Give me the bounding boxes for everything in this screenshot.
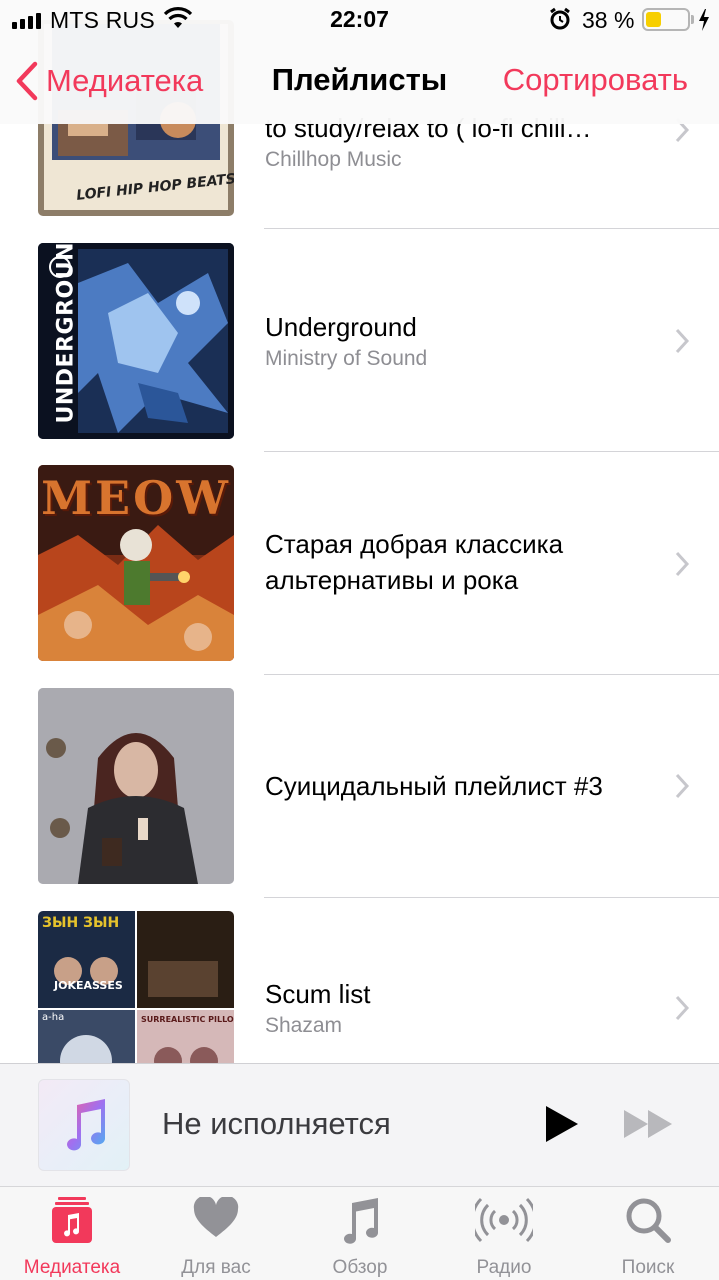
- artwork-caption: SURREALISTIC PILLOW: [141, 1015, 234, 1024]
- tab-label: Обзор: [332, 1257, 388, 1278]
- back-button-label: Медиатека: [46, 63, 204, 98]
- radio-icon: [475, 1197, 533, 1243]
- library-icon: [52, 1197, 92, 1243]
- playlist-text: Underground Ministry of Sound: [265, 309, 665, 373]
- music-note-icon: [344, 1198, 378, 1244]
- battery-icon: [642, 8, 690, 31]
- chevron-right-icon: [675, 328, 690, 354]
- playlist-text: Суицидальный плейлист #3: [265, 768, 665, 804]
- tab-browse[interactable]: Обзор: [288, 1187, 432, 1280]
- now-playing-title: Не исполняется: [162, 1106, 391, 1141]
- playlist-title: Underground: [265, 312, 417, 342]
- playlist-artwork-girl: [38, 688, 234, 884]
- chevron-right-icon: [675, 773, 690, 799]
- tab-library[interactable]: Медиатека: [0, 1187, 144, 1280]
- heart-icon: [193, 1197, 239, 1237]
- now-playing-artwork: [38, 1079, 130, 1171]
- playlist-list[interactable]: LOFI HIP HOP BEATS to study/relax to ( l…: [0, 0, 719, 1064]
- battery-level-fill: [646, 12, 661, 27]
- playlist-row-classic-rock[interactable]: MEOW Старая добрая классика альтернативы…: [0, 452, 719, 675]
- search-icon: [626, 1198, 671, 1243]
- playlist-text: Старая добрая классика альтернативы и ро…: [265, 526, 665, 598]
- playlist-title: Старая добрая классика альтернативы и ро…: [265, 529, 564, 595]
- playlist-artwork-meow: MEOW: [38, 465, 234, 661]
- playlist-row-scum-list[interactable]: ЗЫН ЗЫН JOKEASSES a-ha SURREALISTIC PILL…: [0, 898, 719, 1064]
- playlist-title: Scum list: [265, 979, 371, 1009]
- playlist-subtitle: Shazam: [265, 1014, 343, 1037]
- artwork-caption: a-ha: [42, 1012, 65, 1023]
- tab-bar: Медиатека Для вас Обзор Радио Поиск: [0, 1186, 719, 1280]
- tab-label: Медиатека: [23, 1257, 121, 1278]
- tab-radio[interactable]: Радио: [432, 1187, 576, 1280]
- back-button[interactable]: Медиатека: [14, 58, 203, 104]
- artwork-caption: UNDERGROUND: [53, 243, 79, 424]
- music-note-icon: [67, 1099, 105, 1151]
- fast-forward-icon[interactable]: [622, 1108, 674, 1140]
- chevron-left-icon: [16, 61, 38, 101]
- battery-tip: [691, 15, 694, 24]
- playlist-text: Scum list Shazam: [265, 976, 665, 1040]
- playlist-row-suicidal[interactable]: Суицидальный плейлист #3: [0, 675, 719, 898]
- artwork-caption: ЗЫН ЗЫН: [42, 915, 120, 931]
- alarm-icon: [550, 7, 570, 30]
- playlist-artwork-mosaic: ЗЫН ЗЫН JOKEASSES a-ha SURREALISTIC PILL…: [38, 911, 234, 1064]
- mini-player[interactable]: Не исполняется: [0, 1063, 719, 1186]
- charging-bolt-icon: [699, 9, 709, 31]
- playlist-artwork-underground: UNDERGROUND: [38, 243, 234, 439]
- playlist-title: Суицидальный плейлист #3: [265, 771, 603, 801]
- status-bar: MTS RUS 22:07 38 %: [0, 0, 719, 40]
- chevron-right-icon: [675, 995, 690, 1021]
- tab-label: Радио: [476, 1257, 532, 1278]
- artwork-caption: JOKEASSES: [54, 979, 123, 992]
- play-icon[interactable]: [540, 1104, 580, 1144]
- playlist-subtitle: Chillhop Music: [265, 148, 402, 171]
- playlist-row-underground[interactable]: UNDERGROUND Underground Ministry of Soun…: [0, 229, 719, 452]
- battery-percentage: 38 %: [582, 7, 635, 33]
- tab-for-you[interactable]: Для вас: [144, 1187, 288, 1280]
- tab-search[interactable]: Поиск: [576, 1187, 719, 1280]
- playlist-subtitle: Ministry of Sound: [265, 347, 428, 370]
- tab-label: Поиск: [621, 1257, 675, 1278]
- sort-button[interactable]: Сортировать: [503, 62, 688, 98]
- chevron-right-icon: [675, 551, 690, 577]
- tab-label: Для вас: [181, 1257, 251, 1278]
- artwork-caption: MEOW: [41, 471, 231, 525]
